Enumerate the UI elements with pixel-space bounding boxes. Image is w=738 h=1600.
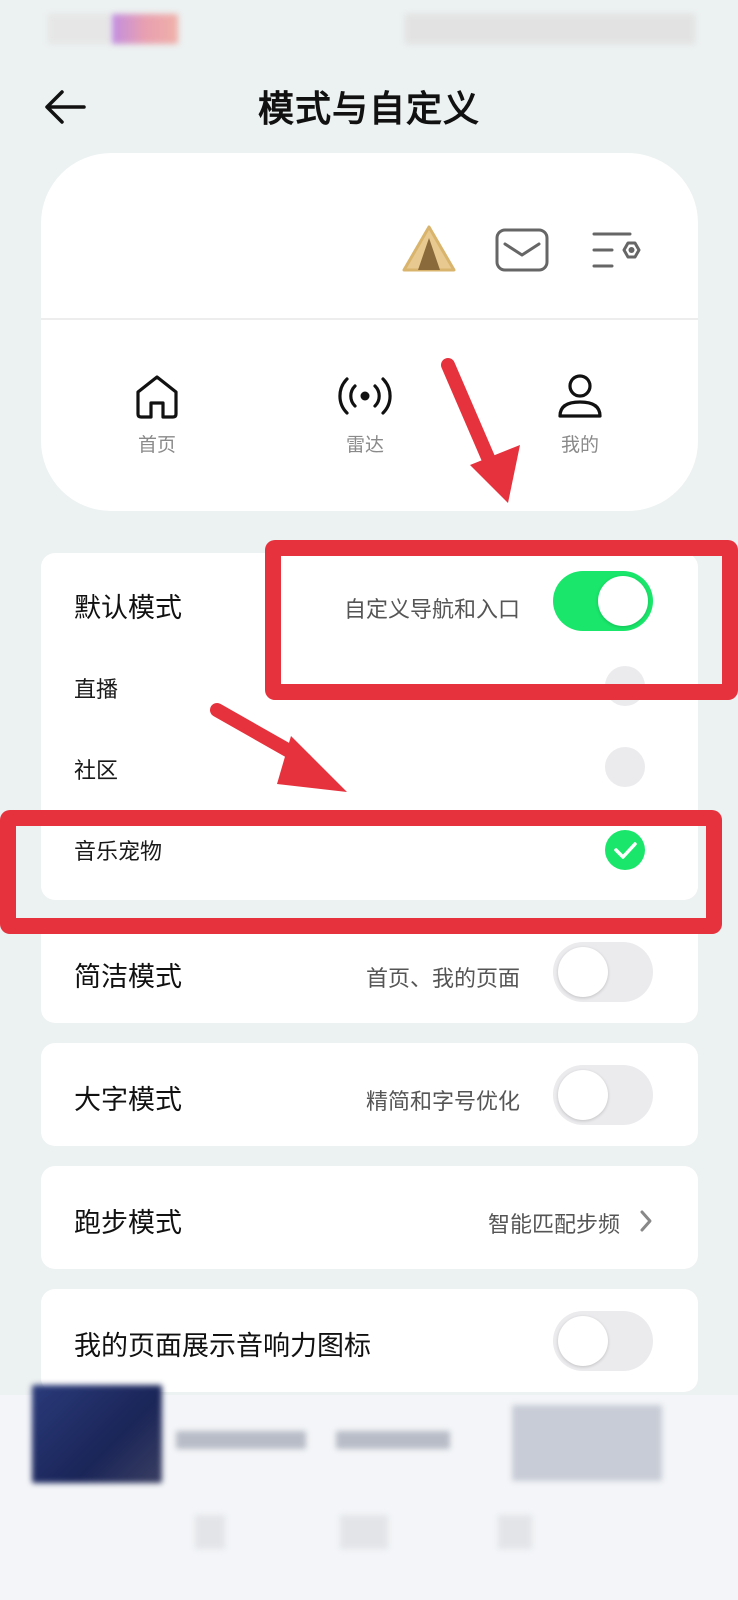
preview-card: [41, 153, 698, 511]
bottom-nav-blur-1: [195, 1515, 225, 1549]
option-community-label: 社区: [74, 759, 119, 784]
running-mode-label: 跑步模式: [74, 1208, 182, 1239]
large-font-mode-label: 大字模式: [74, 1085, 182, 1116]
simple-mode-desc: 首页、我的页面: [365, 967, 520, 992]
bottom-text-blur-1: [176, 1431, 306, 1449]
tent-icon: [402, 225, 456, 272]
annotation-box-toggle: [265, 540, 738, 700]
bottom-bar-blurred: [0, 1385, 738, 1600]
status-bar: [0, 0, 738, 60]
preview-divider: [41, 318, 698, 320]
page-title: 模式与自定义: [257, 89, 480, 130]
user-icon: [558, 374, 602, 418]
annotation-arrow-down: [441, 358, 520, 503]
home-icon: [136, 375, 178, 419]
option-live-label: 直播: [74, 678, 119, 703]
simple-mode-toggle[interactable]: [553, 942, 653, 1002]
show-icon-toggle[interactable]: [553, 1311, 653, 1371]
bottom-album-art-blur: [32, 1385, 162, 1483]
bottom-text-blur-2: [336, 1431, 450, 1449]
toggle-knob: [558, 947, 608, 997]
status-bar-left-blur: [48, 14, 112, 44]
radar-icon: [338, 377, 392, 415]
preview-nav-home: 首页: [97, 372, 217, 457]
preview-nav-home-label: 首页: [137, 434, 176, 456]
annotation-arrow-diagonal: [210, 703, 347, 792]
bottom-controls-blur: [512, 1405, 662, 1481]
large-font-mode-toggle[interactable]: [553, 1065, 653, 1125]
chevron-right-icon: [640, 1210, 652, 1232]
toggle-knob: [558, 1070, 608, 1120]
mail-icon: [495, 228, 549, 272]
toggle-knob: [558, 1316, 608, 1366]
option-community-radio[interactable]: [605, 747, 645, 787]
simple-mode-label: 简洁模式: [74, 962, 182, 993]
bottom-nav-blur-2: [340, 1515, 388, 1549]
preview-nav-radar: 雷达: [305, 372, 425, 457]
default-mode-label: 默认模式: [74, 593, 182, 624]
annotation-box-music-pet: [0, 810, 722, 934]
settings-list-icon: [592, 232, 641, 268]
preview-nav-radar-label: 雷达: [345, 434, 384, 456]
bottom-nav-blur-3: [498, 1515, 532, 1549]
status-bar-app-icons-blur: [112, 14, 178, 44]
running-mode-desc: 智能匹配步频: [487, 1213, 620, 1238]
status-bar-right-blur: [405, 14, 695, 44]
preview-nav-me: 我的: [520, 372, 640, 457]
large-font-mode-desc: 精简和字号优化: [365, 1090, 520, 1115]
show-icon-label: 我的页面展示音响力图标: [74, 1331, 371, 1362]
preview-nav-me-label: 我的: [560, 434, 599, 456]
